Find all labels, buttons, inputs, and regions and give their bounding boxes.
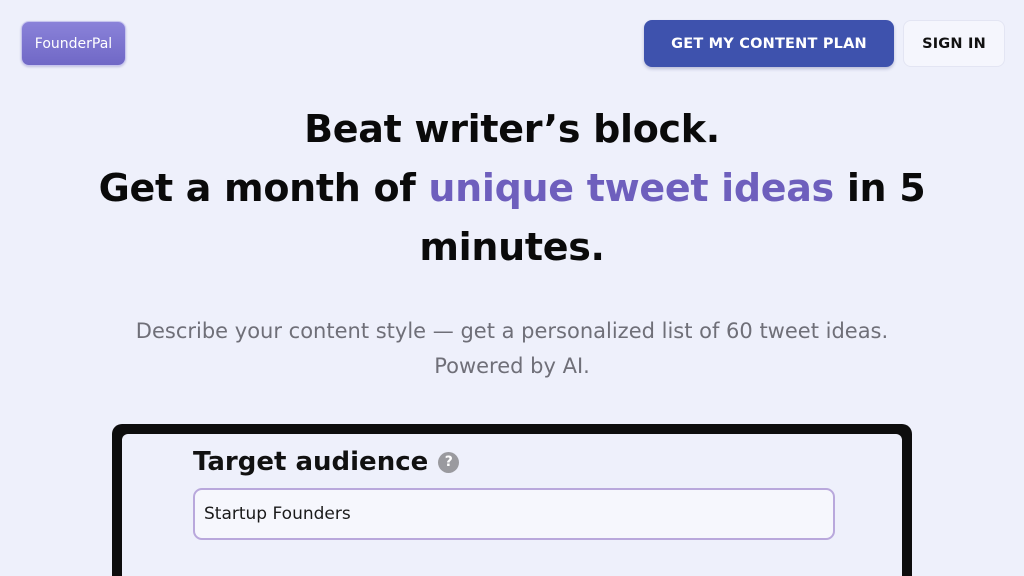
hero-subtitle: Describe your content style — get a pers… [40,314,984,384]
target-audience-label: Target audience ? [193,447,460,477]
content-plan-form-card: Target audience ? [112,424,912,576]
subtitle-line-1: Describe your content style — get a pers… [135,319,889,343]
get-content-plan-button[interactable]: GET MY CONTENT PLAN [644,20,894,67]
hero-line-3: minutes. [419,225,605,269]
hero-accent-text: unique tweet ideas [428,166,834,210]
hero-line-1: Beat writer’s block. [304,107,720,151]
founderpal-logo[interactable]: FounderPal [21,21,126,66]
sign-in-button[interactable]: SIGN IN [903,20,1005,67]
landing-page: FounderPal GET MY CONTENT PLAN SIGN IN B… [0,0,1024,576]
hero-line-2-suffix: in 5 [833,166,926,210]
target-audience-label-text: Target audience [193,447,429,477]
help-icon[interactable]: ? [438,451,460,473]
target-audience-input[interactable] [193,488,835,540]
form-panel: Target audience ? [122,434,902,576]
hero-line-2-prefix: Get a month of [98,166,429,210]
hero-headline: Beat writer’s block. Get a month of uniq… [40,100,984,277]
subtitle-line-2: Powered by AI. [434,354,590,378]
hero-line-2: Get a month of unique tweet ideas in 5 [40,159,984,218]
next-field-label-cropped [193,566,493,576]
